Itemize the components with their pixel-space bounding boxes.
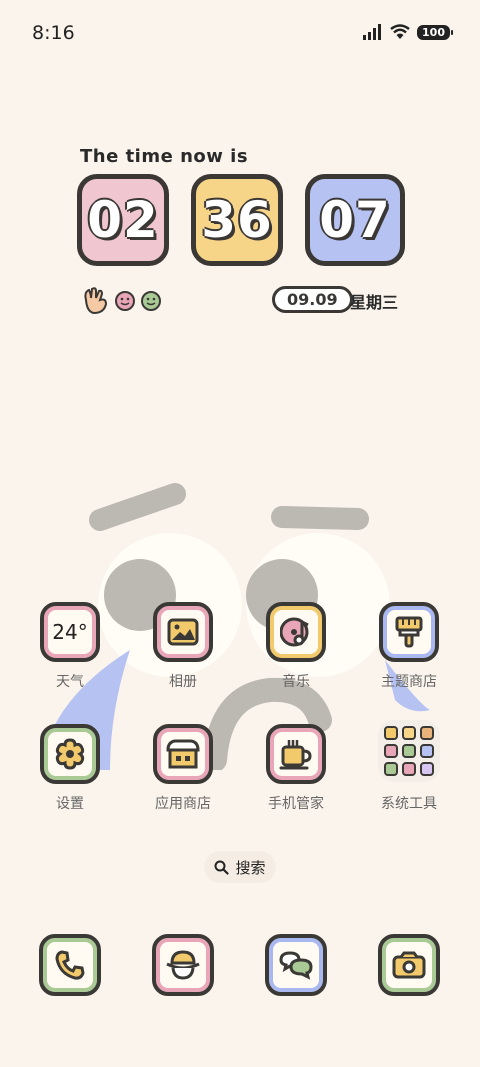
hours-box: 02 (77, 174, 169, 266)
settings-icon (40, 724, 100, 784)
ok-hand-icon (84, 287, 108, 315)
smile-pink-icon (115, 291, 135, 311)
date-pill: 09.09 (272, 286, 353, 313)
app-gallery[interactable]: 相册 (138, 602, 228, 691)
seconds-digits: 07 (319, 191, 391, 249)
messages-icon (265, 934, 327, 996)
dock-camera[interactable] (364, 934, 454, 996)
folder-icon (378, 720, 440, 782)
camera-icon (378, 934, 440, 996)
dock-phone[interactable] (25, 934, 115, 996)
wifi-icon (390, 24, 410, 39)
dock-messages[interactable] (251, 934, 341, 996)
app-settings[interactable]: 设置 (25, 724, 115, 813)
browser-icon (152, 934, 214, 996)
phone-icon (39, 934, 101, 996)
search-icon (214, 860, 230, 875)
hours-digits: 02 (87, 191, 159, 249)
status-bar: 8:16 100 (0, 0, 480, 66)
themes-icon (379, 602, 439, 662)
app-label: 应用商店 (155, 796, 211, 812)
battery-icon: 100 (417, 24, 453, 40)
app-label: 手机管家 (268, 796, 324, 812)
smile-green-icon (141, 291, 161, 311)
weather-temp: 24° (52, 620, 88, 644)
security-icon (266, 724, 326, 784)
app-label: 系统工具 (381, 796, 437, 812)
status-time: 8:16 (32, 22, 75, 44)
app-label: 音乐 (282, 674, 310, 690)
app-music[interactable]: 音乐 (251, 602, 341, 691)
app-label: 天气 (56, 674, 84, 690)
minutes-box: 36 (191, 174, 283, 266)
status-icons: 100 (363, 24, 453, 40)
app-store-icon (153, 724, 213, 784)
emoji-row (82, 286, 162, 316)
minutes-digits: 36 (201, 191, 273, 249)
search-button[interactable]: 搜索 (204, 851, 276, 883)
search-label: 搜索 (235, 858, 266, 877)
weekday: 星期三 (350, 293, 399, 312)
seconds-box: 07 (305, 174, 405, 266)
app-weather[interactable]: 24° 天气 (25, 602, 115, 691)
widget-caption: The time now is (80, 146, 249, 167)
app-label: 相册 (169, 674, 197, 690)
app-system-tools-folder[interactable]: 系统工具 (364, 720, 454, 813)
signal-icon (363, 24, 382, 40)
dock-browser[interactable] (138, 934, 228, 996)
weather-icon: 24° (40, 602, 100, 662)
music-icon (266, 602, 326, 662)
app-themes[interactable]: 主题商店 (364, 602, 454, 691)
app-security[interactable]: 手机管家 (251, 724, 341, 813)
gallery-icon (153, 602, 213, 662)
app-store[interactable]: 应用商店 (138, 724, 228, 813)
app-label: 设置 (56, 796, 84, 812)
app-label: 主题商店 (381, 674, 437, 690)
clock-widget[interactable]: The time now is 02 36 07 09.09 星期三 (0, 140, 480, 330)
